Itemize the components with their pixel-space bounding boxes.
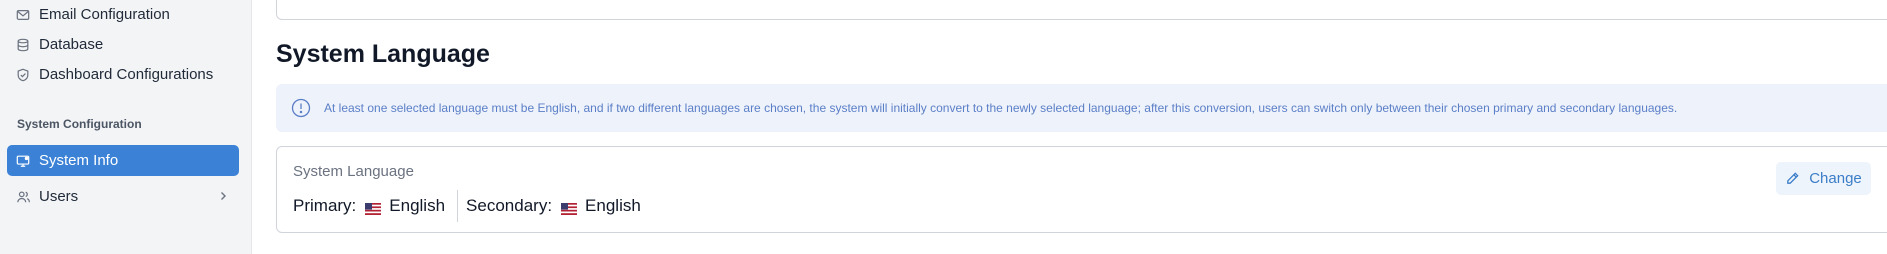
secondary-value: English bbox=[585, 196, 641, 215]
users-icon bbox=[15, 189, 31, 205]
info-icon bbox=[290, 97, 312, 119]
change-button-label: Change bbox=[1809, 170, 1862, 187]
mail-icon bbox=[15, 7, 31, 23]
sidebar-section-title: System Configuration bbox=[17, 117, 142, 131]
sidebar-item-label: Email Configuration bbox=[39, 6, 170, 23]
sidebar-item-label: Database bbox=[39, 36, 104, 53]
sidebar-item-database[interactable]: Database bbox=[7, 29, 239, 60]
card-label: System Language bbox=[293, 163, 414, 180]
sidebar-item-label: Dashboard Configurations bbox=[39, 66, 214, 83]
primary-value: English bbox=[389, 196, 446, 215]
previous-section-card bbox=[276, 0, 1887, 20]
info-alert: At least one selected language must be E… bbox=[276, 84, 1887, 132]
us-flag-icon bbox=[365, 200, 382, 215]
sidebar: Email Configuration Database Dashboard C… bbox=[0, 0, 252, 254]
shield-check-icon bbox=[15, 67, 31, 83]
database-icon bbox=[15, 37, 31, 53]
alert-text: At least one selected language must be E… bbox=[324, 101, 1678, 115]
sidebar-item-label: System Info bbox=[39, 152, 119, 169]
sidebar-item-dashboard-configurations[interactable]: Dashboard Configurations bbox=[7, 59, 239, 90]
sidebar-item-label: Users bbox=[39, 188, 79, 205]
main-content: System Language At least one selected la… bbox=[253, 0, 1887, 254]
us-flag-icon bbox=[561, 200, 578, 215]
change-language-button[interactable]: Change bbox=[1776, 162, 1871, 195]
sidebar-item-email-configuration[interactable]: Email Configuration bbox=[7, 0, 239, 30]
divider bbox=[457, 190, 459, 222]
sidebar-item-users[interactable]: Users bbox=[7, 181, 239, 212]
page-title: System Language bbox=[276, 40, 490, 68]
system-language-card: System Language Primary: English Seconda… bbox=[276, 146, 1887, 233]
primary-label: Primary: bbox=[293, 196, 357, 215]
language-row: Primary: English Secondary: English bbox=[293, 190, 641, 222]
sidebar-item-system-info[interactable]: System Info bbox=[7, 145, 239, 176]
chevron-right-icon bbox=[217, 189, 229, 206]
monitor-icon bbox=[15, 153, 31, 169]
secondary-label: Secondary: bbox=[466, 196, 553, 215]
pencil-icon bbox=[1785, 171, 1801, 187]
